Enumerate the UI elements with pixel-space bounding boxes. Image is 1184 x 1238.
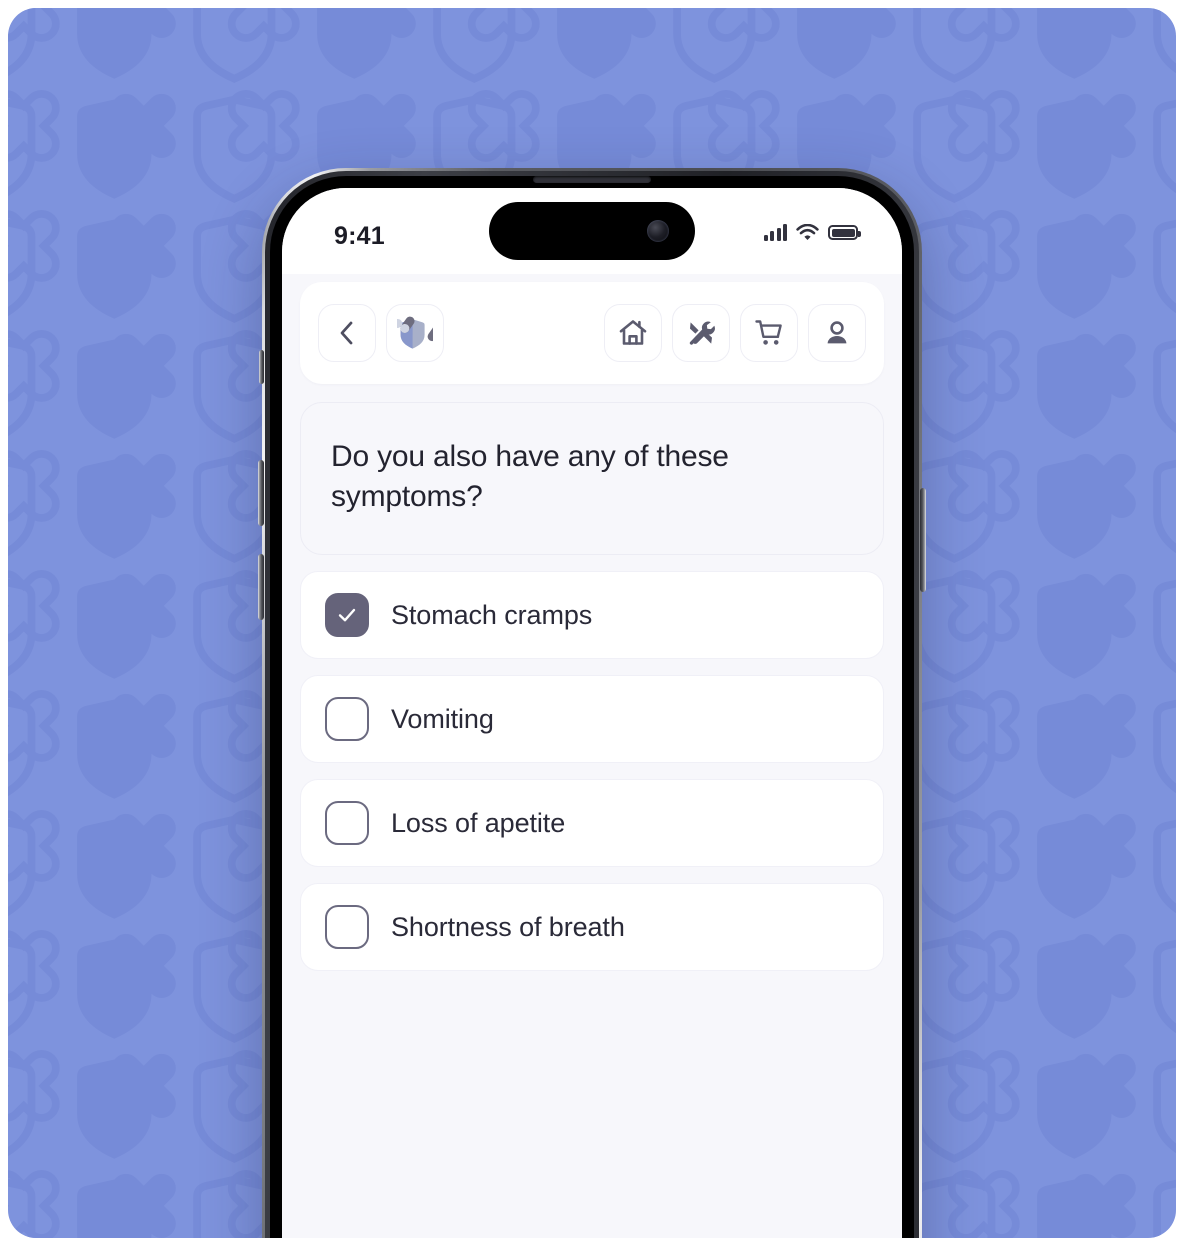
tools-icon [689,321,715,345]
check-icon [338,608,356,622]
option-row[interactable]: Vomiting [300,675,884,764]
home-icon [619,320,647,345]
account-button[interactable] [808,304,866,362]
option-row[interactable]: Loss of apetite [300,779,884,868]
cart-button[interactable] [740,304,798,362]
action-button[interactable] [259,350,264,384]
option-row[interactable]: Shortness of breath [300,883,884,972]
power-button[interactable] [920,488,926,592]
shield-cross-logo-icon [397,316,433,349]
earpiece-speaker-grille [533,176,651,183]
front-camera-icon [647,220,669,242]
phone-screen: 9:41 Do you also have any of these sympt… [282,188,902,1238]
option-label: Loss of apetite [391,807,566,838]
person-icon [827,321,847,344]
iphone-device-mockup: 9:41 Do you also have any of these sympt… [258,168,926,1238]
status-bar-indicators [763,224,861,241]
home-button[interactable] [604,304,662,362]
volume-down-button[interactable] [258,554,264,620]
status-bar-clock: 9:41 [334,222,385,250]
question-card: Do you also have any of these symptoms? [300,402,884,556]
option-label: Vomiting [391,703,494,734]
services-button[interactable] [672,304,730,362]
option-label: Stomach cramps [391,599,593,630]
volume-up-button[interactable] [258,460,264,526]
question-text: Do you also have any of these symptoms? [331,440,729,513]
cellular-signal-icon [763,224,787,241]
app-content: Do you also have any of these symptoms? … [282,282,902,1238]
screenshot-canvas: 9:41 Do you also have any of these sympt… [0,0,1184,1238]
app-toolbar [300,282,884,384]
shopping-cart-icon [755,320,782,345]
checkbox-unchecked[interactable] [325,905,369,950]
dynamic-island [489,202,695,260]
option-row[interactable]: Stomach cramps [300,571,884,660]
chevron-left-icon [340,321,353,345]
checkbox-checked[interactable] [325,593,369,638]
back-button[interactable] [318,304,376,362]
battery-full-icon [828,225,861,240]
brand-logo[interactable] [386,304,444,362]
checkbox-unchecked[interactable] [325,801,369,846]
wifi-icon [796,224,819,240]
checkbox-unchecked[interactable] [325,697,369,742]
option-label: Shortness of breath [391,911,625,942]
status-bar: 9:41 [282,188,902,274]
